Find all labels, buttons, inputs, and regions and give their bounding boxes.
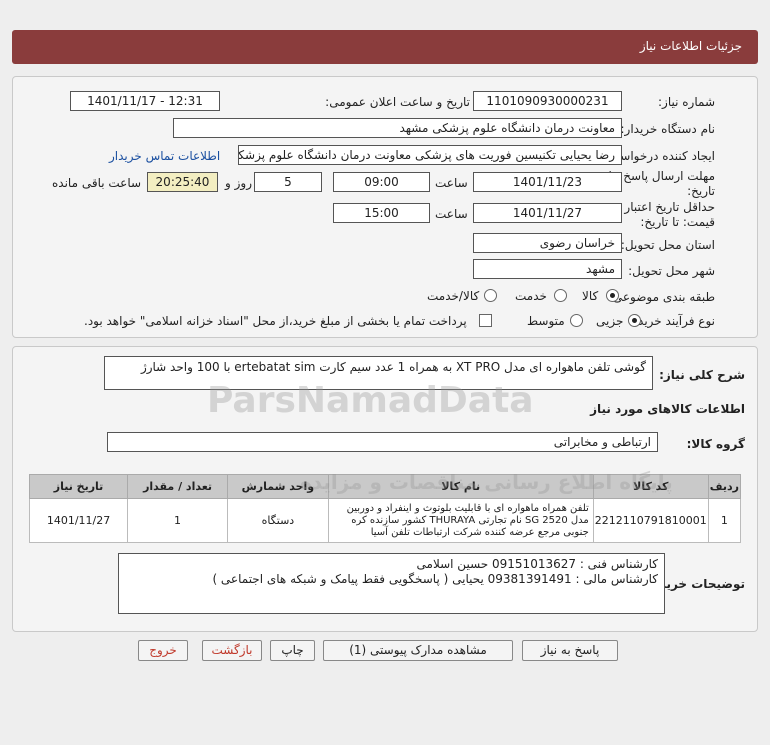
description-field: گوشی تلفن ماهواره ای مدل XT PRO به همراه…	[104, 356, 653, 390]
buyer-notes-line-1: کارشناس فنی : 09151013627 حسین اسلامی	[416, 557, 658, 571]
validity-label: حداقل تاریخ اعتبار	[624, 200, 715, 214]
validity-time-field: 15:00	[333, 203, 430, 223]
validity-date-field: 1401/11/27	[473, 203, 622, 223]
category-radio-service[interactable]	[554, 289, 567, 302]
deadline-label: مهلت ارسال پاسخ: تا	[608, 169, 715, 183]
category-option-service: خدمت	[515, 289, 547, 303]
goods-qty: 1	[127, 498, 229, 543]
reply-button[interactable]: پاسخ به نیاز	[522, 640, 618, 661]
back-button[interactable]: بازگشت	[202, 640, 262, 661]
announce-field: 1401/11/17 - 12:31	[70, 91, 220, 111]
treasury-payment-note: پرداخت تمام یا بخشی از مبلغ خرید،از محل …	[84, 314, 467, 328]
deadline-date-field: 1401/11/23	[473, 172, 622, 192]
print-button[interactable]: چاپ	[270, 640, 315, 661]
announce-label: تاریخ و ساعت اعلان عمومی:	[325, 95, 470, 109]
validity-time-label: ساعت	[435, 207, 468, 221]
col-qty: تعداد / مقدار	[127, 474, 229, 499]
goods-unit: دستگاه	[227, 498, 329, 543]
category-radio-goods[interactable]	[606, 289, 619, 302]
goods-group-field: ارتباطی و مخابراتی	[107, 432, 658, 452]
description-label: شرح کلی نیاز:	[659, 368, 745, 382]
buyer-notes-field: کارشناس فنی : 09151013627 حسین اسلامی کا…	[118, 553, 665, 614]
goods-name: تلفن همراه ماهواره ای با قابلیت بلوتوث و…	[327, 498, 594, 543]
deadline-time-field: 09:00	[333, 172, 430, 192]
col-row: ردیف	[707, 474, 742, 499]
goods-table: ردیف کد کالا نام کالا واحد شمارش تعداد /…	[28, 474, 742, 543]
buyer-notes-line-2: کارشناس مالی : 09381391491 یحیایی ( پاسخ…	[212, 572, 658, 586]
deadline-label-date: تاریخ:	[687, 184, 715, 198]
validity-label-date: قیمت: تا تاریخ:	[640, 215, 715, 229]
city-label: شهر محل تحویل:	[628, 264, 715, 278]
remaining-time-label: ساعت باقی مانده	[52, 176, 142, 190]
need-number-field: 1101090930000231	[473, 91, 622, 111]
city-field: مشهد	[473, 259, 622, 279]
category-option-goods-service: کالا/خدمت	[427, 289, 480, 303]
buyer-org-field: معاونت درمان دانشگاه علوم پزشکی مشهد	[173, 118, 622, 138]
row-number: 1	[707, 498, 742, 543]
category-radio-goods-service[interactable]	[484, 289, 497, 302]
goods-table-header: ردیف کد کالا نام کالا واحد شمارش تعداد /…	[28, 474, 742, 499]
col-name: نام کالا	[327, 474, 594, 499]
exit-button[interactable]: خروج	[138, 640, 188, 661]
buyer-contact-link[interactable]: اطلاعات تماس خریدار	[109, 149, 220, 163]
col-code: کد کالا	[592, 474, 709, 499]
process-radio-medium[interactable]	[570, 314, 583, 327]
process-option-medium: متوسط	[527, 314, 565, 328]
table-row: 1 2212110791810001 تلفن همراه ماهواره ای…	[28, 498, 742, 543]
province-label: استان محل تحویل:	[620, 238, 715, 252]
view-attachments-button[interactable]: مشاهده مدارک پیوستی (1)	[323, 640, 513, 661]
need-date: 1401/11/27	[28, 498, 129, 543]
process-option-minor: جزیی	[596, 314, 624, 328]
treasury-payment-checkbox[interactable]	[479, 314, 492, 327]
process-radio-minor[interactable]	[628, 314, 641, 327]
buyer-org-label: نام دستگاه خریدار:	[620, 122, 716, 136]
col-date: تاریخ نیاز	[28, 474, 129, 499]
category-option-goods: کالا	[582, 289, 599, 303]
days-remaining-field: 5	[254, 172, 322, 192]
page-header: جزئیات اطلاعات نیاز	[12, 30, 758, 64]
goods-section-title: اطلاعات کالاهای مورد نیاز	[590, 402, 745, 416]
page-title: جزئیات اطلاعات نیاز	[639, 39, 742, 53]
category-label: طبقه بندی موضوعی:	[608, 290, 715, 304]
days-label: روز و	[225, 176, 252, 190]
creator-field: رضا یحیایی تکنیسین فوریت های پزشکی معاون…	[238, 145, 622, 165]
province-field: خراسان رضوی	[473, 233, 622, 253]
deadline-time-label: ساعت	[435, 176, 468, 190]
col-unit: واحد شمارش	[227, 474, 329, 499]
need-number-label: شماره نیاز:	[658, 95, 715, 109]
goods-group-label: گروه کالا:	[686, 437, 745, 451]
remaining-time-field: 20:25:40	[147, 172, 218, 192]
goods-code: 2212110791810001	[592, 498, 709, 543]
process-label: نوع فرآیند خرید :	[630, 314, 715, 328]
